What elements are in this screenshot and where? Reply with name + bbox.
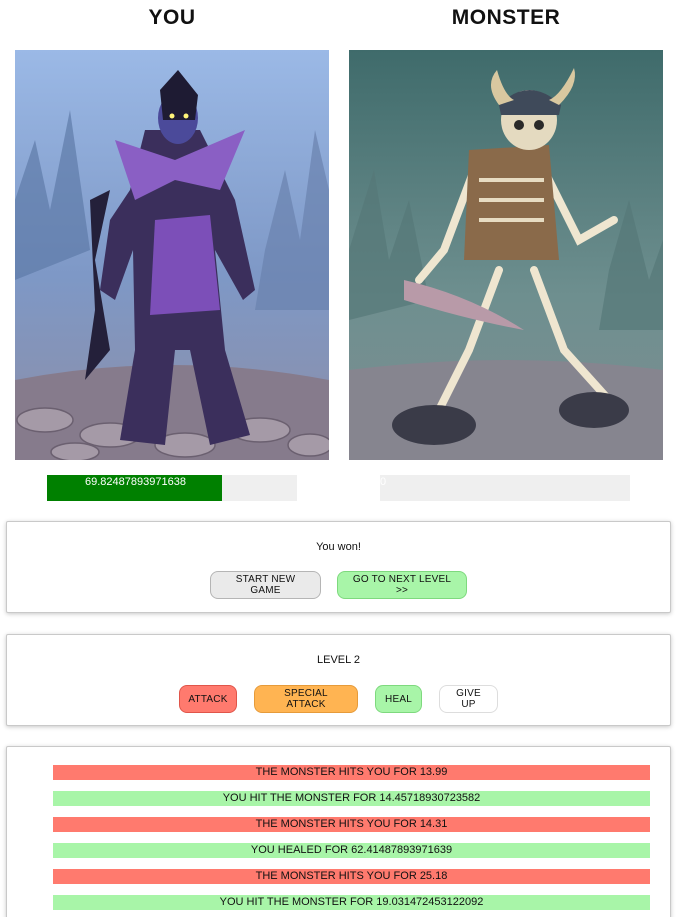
monster-title: MONSTER (451, 6, 561, 29)
log-entry: YOU HEALED FOR 62.41487893971639 (53, 843, 650, 858)
player-health-value: 69.82487893971638 (85, 476, 186, 488)
controls-panel: LEVEL 2 ATTACK SPECIAL ATTACK HEAL GIVE … (6, 634, 671, 726)
monster-health-bar: 0 (380, 475, 630, 501)
log-entry: THE MONSTER HITS YOU FOR 25.18 (53, 869, 650, 884)
next-level-button[interactable]: GO TO NEXT LEVEL >> (337, 571, 467, 599)
log-entry: YOU HIT THE MONSTER FOR 14.4571893072358… (53, 791, 650, 806)
monster-portrait-image (349, 50, 663, 460)
player-health-bar: 69.82487893971638 (47, 475, 297, 501)
log-entry: THE MONSTER HITS YOU FOR 13.99 (53, 765, 650, 780)
battle-log-panel: THE MONSTER HITS YOU FOR 13.99 YOU HIT T… (6, 746, 671, 917)
give-up-button[interactable]: GIVE UP (439, 685, 498, 713)
log-entry: THE MONSTER HITS YOU FOR 14.31 (53, 817, 650, 832)
special-attack-button[interactable]: SPECIAL ATTACK (254, 685, 358, 713)
battle-log-list: THE MONSTER HITS YOU FOR 13.99 YOU HIT T… (7, 747, 670, 910)
player-portrait (15, 50, 329, 460)
player-portrait-image (15, 50, 329, 460)
game-over-panel: You won! START NEW GAME GO TO NEXT LEVEL… (6, 521, 671, 613)
heal-button[interactable]: HEAL (375, 685, 422, 713)
level-label: LEVEL 2 (316, 654, 360, 666)
player-title: YOU (148, 6, 196, 29)
start-new-game-button[interactable]: START NEW GAME (210, 571, 321, 599)
player-health-fill: 69.82487893971638 (47, 475, 222, 501)
log-entry: YOU HIT THE MONSTER FOR 19.0314724531220… (53, 895, 650, 910)
monster-health-value: 0 (380, 476, 387, 488)
attack-button[interactable]: ATTACK (179, 685, 237, 713)
result-message: You won! (316, 541, 361, 553)
monster-portrait (349, 50, 663, 460)
